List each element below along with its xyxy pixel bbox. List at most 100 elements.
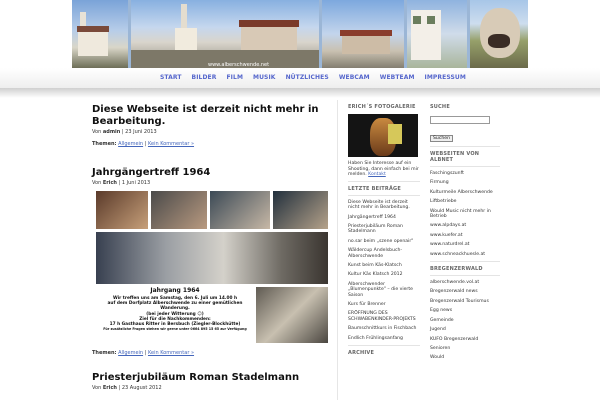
recent-post-link[interactable]: ERÖFFNUNG DES SCHWABENKINDER-PROJEKTS: [348, 311, 420, 322]
post: Diese Webseite ist derzeit nicht mehr in…: [92, 104, 330, 147]
bregenzerwald-link[interactable]: Egg news: [430, 308, 500, 313]
separator: [348, 345, 420, 347]
collage-photo: [273, 191, 328, 229]
recent-post-link[interactable]: Kunst beim Käs-Klatsch: [348, 263, 420, 268]
nav-film[interactable]: FILM: [226, 74, 243, 81]
bregenzerwald-list: alberschwende.vol.at Bregenzerwald news …: [430, 280, 500, 361]
recent-posts-list: Diese Webseite ist derzeit nicht mehr in…: [348, 200, 420, 341]
meta-prefix: Von: [92, 129, 102, 135]
post-meta: Von admin | 23 Juni 2013: [92, 129, 157, 135]
poster-text: Wir treffen uns am Samstag, den 6. Juli …: [100, 296, 250, 332]
gallery-text: Haben Sie Interesse auf ein Shooting, da…: [348, 161, 420, 178]
webseiten-heading: WEBSEITEN VON ALBNET: [430, 151, 480, 163]
poster-line: auf dem Dorfplatz Alberschwende zu einer…: [107, 301, 243, 312]
webseite-link[interactable]: Firmung: [430, 180, 500, 185]
bregenzerwald-link[interactable]: alberschwende.vol.at: [430, 280, 500, 285]
column-divider: [337, 100, 338, 400]
category-link[interactable]: Allgemein: [118, 141, 143, 147]
nav-nuetzliches[interactable]: NÜTZLICHES: [286, 74, 329, 81]
comment-link[interactable]: Kein Kommentar »: [148, 350, 194, 356]
webseite-link[interactable]: Liftbetriebe: [430, 199, 500, 204]
poster-title: Jahrgang 1964: [150, 287, 200, 294]
post-footer: Themen: Allgemein | Kein Kommentar »: [92, 350, 195, 356]
separator: [430, 275, 500, 277]
collage-photo: [210, 191, 270, 229]
bregenzerwald-link[interactable]: Bregenzerwald Tourismus: [430, 299, 500, 304]
separator: [348, 194, 420, 196]
webseite-link[interactable]: Faschingszunft: [430, 171, 500, 176]
banner-photo-village: [131, 0, 319, 68]
bregenzerwald-heading: BREGENZERWALD: [430, 266, 483, 273]
recent-post-link[interactable]: no.sar beim „szene openair": [348, 239, 420, 244]
banner-photo-house: [407, 0, 467, 68]
collage-photo: [151, 191, 207, 229]
collage-photo: [96, 191, 148, 229]
sidebar-left: ERICH´S FOTOGALERIE Haben Sie Interesse …: [348, 104, 420, 356]
themes-label: Themen:: [92, 350, 117, 356]
contact-link[interactable]: Kontakt: [368, 172, 386, 177]
meta-prefix: Von: [92, 385, 102, 391]
separator: [430, 146, 500, 147]
themes-label: Themen:: [92, 141, 117, 147]
separator: [430, 166, 500, 167]
recent-post-link[interactable]: Diese Webseite ist derzeit nicht mehr in…: [348, 200, 420, 211]
recent-post-link[interactable]: Endlich Frühlingsanfang: [348, 336, 420, 341]
bregenzerwald-link[interactable]: KUFO Bregenzerwald: [430, 337, 500, 342]
main-nav: START BILDER FILM MUSIK NÜTZLICHES WEBCA…: [160, 74, 476, 81]
recent-post-link[interactable]: Baumschnittkurs in Fischbach: [348, 326, 420, 331]
separator: [348, 180, 420, 182]
bregenzerwald-link[interactable]: Would: [430, 355, 500, 360]
recent-post-link[interactable]: Kurs für Brenner: [348, 302, 420, 307]
post-title[interactable]: Priesterjubiläum Roman Stadelmann: [92, 372, 330, 384]
nav-bilder[interactable]: BILDER: [192, 74, 217, 81]
nav-start[interactable]: START: [160, 74, 182, 81]
post-date: 23 August 2012: [121, 385, 162, 391]
search-input[interactable]: [430, 116, 490, 124]
bregenzerwald-link[interactable]: Gemeinde: [430, 318, 500, 323]
webseite-link[interactable]: www.naturdrel.at: [430, 242, 500, 247]
sidebar-right: SUCHE Suchen WEBSEITEN VON ALBNET Faschi…: [430, 104, 500, 365]
post-footer: Themen: Allgemein | Kein Kommentar »: [92, 141, 195, 147]
search-button[interactable]: Suchen: [430, 135, 454, 142]
separator: [430, 261, 500, 263]
webseiten-list: Faschingszunft Firmung Kulturmeile Alber…: [430, 171, 500, 257]
banner-photo-church: [72, 0, 128, 68]
photo-collage[interactable]: Jahrgang 1964 Wir treffen uns am Samstag…: [96, 191, 328, 346]
post: Priesterjubiläum Roman Stadelmann Von Er…: [92, 372, 330, 391]
bregenzerwald-link[interactable]: Senioren: [430, 346, 500, 351]
recent-post-link[interactable]: Priesterjubiläum Roman Stadelmann: [348, 224, 420, 235]
post-date: 23 Juni 2013: [125, 129, 157, 135]
header-banner[interactable]: www.alberschwende.net: [72, 0, 528, 68]
webseite-link[interactable]: www.schneackhuesle.at: [430, 252, 500, 257]
banner-photo-street: [322, 0, 404, 68]
post-date: 1 Juni 2013: [121, 180, 151, 186]
category-link[interactable]: Allgemein: [118, 350, 143, 356]
post-author: admin: [102, 129, 121, 135]
webseite-link[interactable]: www.alpdays.at: [430, 223, 500, 228]
post-title[interactable]: Jahrgängertreff 1964: [92, 167, 330, 179]
recent-post-link[interactable]: Jahrgängertreff 1964: [348, 215, 420, 220]
nav-impressum[interactable]: IMPRESSUM: [425, 74, 466, 81]
comment-link[interactable]: Kein Kommentar »: [148, 141, 194, 147]
post-author: Erich: [102, 385, 117, 391]
nav-webcam[interactable]: WEBCAM: [339, 74, 370, 81]
bregenzerwald-link[interactable]: Jugend: [430, 327, 500, 332]
webseite-link[interactable]: Kulturmeile Alberschwende: [430, 190, 500, 195]
post-title[interactable]: Diese Webseite ist derzeit nicht mehr in…: [92, 104, 330, 128]
recent-post-link[interactable]: Kultur Käs Klatsch 2012: [348, 272, 420, 277]
webseite-link[interactable]: Would Music nicht mehr in Betrieb: [430, 209, 500, 220]
collage-photo: [256, 287, 328, 343]
archive-heading: ARCHIVE: [348, 350, 375, 357]
main-content: Diese Webseite ist derzeit nicht mehr in…: [92, 100, 330, 391]
recent-heading: LETZTE BEITRÄGE: [348, 185, 401, 192]
nav-webteam[interactable]: WEBTEAM: [380, 74, 415, 81]
recent-post-link[interactable]: Wäldercup Andelsbuch-Alberschwende: [348, 248, 420, 259]
post: Jahrgängertreff 1964 Von Erich | 1 Juni …: [92, 167, 330, 356]
search-heading: SUCHE: [430, 104, 450, 110]
post-author: Erich: [102, 180, 117, 186]
webseite-link[interactable]: www.kuefer.at: [430, 233, 500, 238]
nav-musik[interactable]: MUSIK: [253, 74, 276, 81]
gallery-photo[interactable]: [348, 114, 418, 157]
bregenzerwald-link[interactable]: Bregenzerwald news: [430, 289, 500, 294]
recent-post-link[interactable]: Alberschwender „Blumenpunkte" – die vier…: [348, 282, 420, 298]
